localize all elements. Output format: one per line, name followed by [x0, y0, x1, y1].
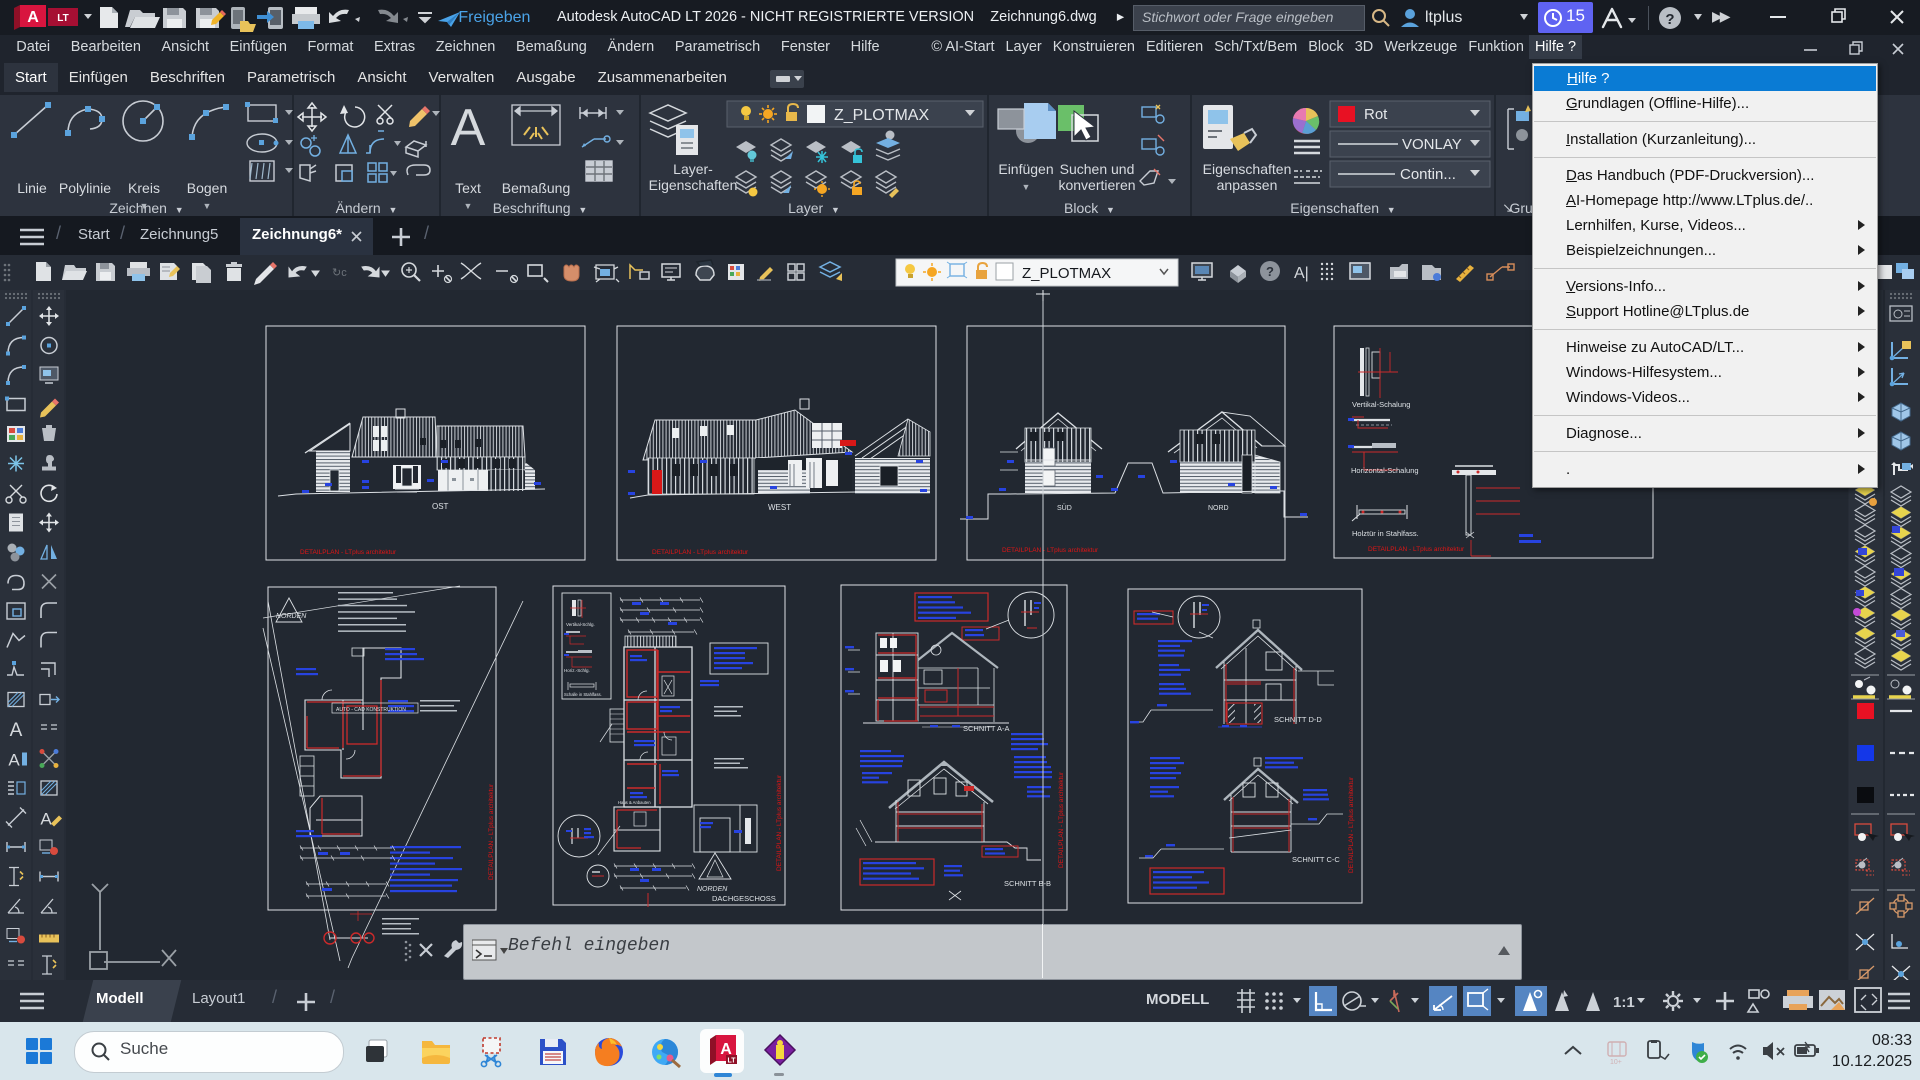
svg-text:VONLAY: VONLAY [1402, 136, 1462, 153]
svg-text:A: A [451, 99, 486, 157]
svg-text:10+: 10+ [1610, 1059, 1622, 1066]
svg-text:Vertikal-Schalung: Vertikal-Schalung [1352, 400, 1410, 409]
svg-text:A: A [40, 810, 52, 829]
svg-text:LT: LT [727, 1058, 736, 1065]
svg-text:A: A [10, 720, 23, 741]
svg-text:↻c: ↻c [332, 267, 347, 279]
svg-text:Z_PLOTMAX: Z_PLOTMAX [834, 107, 929, 124]
svg-text:1:1: 1:1 [1613, 994, 1635, 1011]
svg-text:Contin...: Contin... [1400, 166, 1456, 183]
svg-text:OST: OST [432, 502, 449, 511]
svg-text:DETAILPLAN - LTplus architektu: DETAILPLAN - LTplus architektur [776, 774, 783, 871]
svg-text:Schalle in Stahlfass.: Schalle in Stahlfass. [564, 692, 602, 697]
svg-text:DETAILPLAN - LTplus architek: DETAILPLAN - LTplus architektur [1002, 547, 1099, 554]
svg-text:NORDEN: NORDEN [697, 886, 728, 893]
svg-text:Horizontal-Schalung: Horizontal-Schalung [1351, 466, 1419, 475]
svg-text:NORDEN: NORDEN [276, 613, 307, 620]
svg-text:Z_PLOTMAX: Z_PLOTMAX [1022, 265, 1111, 282]
svg-text:DACHGESCHOSS: DACHGESCHOSS [712, 894, 776, 903]
svg-text:WEST: WEST [768, 503, 791, 512]
svg-text:?: ? [1266, 264, 1274, 279]
svg-text:DETAILPLAN - LTplus architek: DETAILPLAN - LTplus architektur [1368, 546, 1465, 553]
svg-text:DETAILPLAN - LTplus architek: DETAILPLAN - LTplus architektur [300, 549, 397, 556]
svg-text:Vertikal-Schlg.: Vertikal-Schlg. [566, 622, 595, 627]
svg-text:Holztür in Stahlfass.: Holztür in Stahlfass. [1352, 529, 1419, 538]
svg-text:?: ? [1665, 11, 1674, 28]
svg-text:SÜD: SÜD [1057, 504, 1072, 512]
svg-text:A: A [27, 9, 39, 26]
svg-text:DETAILPLAN - LTplus architektu: DETAILPLAN - LTplus architektur [1058, 771, 1065, 868]
svg-text:A|: A| [1294, 265, 1309, 282]
svg-text:SCHNITT A-A: SCHNITT A-A [963, 724, 1010, 733]
svg-text:Horiz.-Schlg.: Horiz.-Schlg. [564, 668, 590, 673]
svg-text:NORD: NORD [1208, 505, 1229, 512]
svg-text:DETAILPLAN - LTplus architektu: DETAILPLAN - LTplus architektur [488, 783, 495, 880]
svg-text:DETAILPLAN - LTplus architek: DETAILPLAN - LTplus architektur [652, 549, 749, 556]
svg-text:SCHNITT B-B: SCHNITT B-B [1004, 879, 1051, 888]
svg-text:SCHNITT D-D: SCHNITT D-D [1274, 715, 1322, 724]
svg-text:AUTO - CAD KONSTRUKTION: AUTO - CAD KONSTRUKTION [336, 707, 406, 713]
svg-text:SCHNITT C-C: SCHNITT C-C [1292, 855, 1340, 864]
svg-text:Haus & Anbauten: Haus & Anbauten [618, 800, 651, 805]
svg-text:Rot: Rot [1364, 106, 1388, 123]
svg-text:A: A [8, 751, 20, 770]
svg-text:DETAILPLAN - LTplus architektu: DETAILPLAN - LTplus architektur [1348, 776, 1355, 873]
svg-text:LT: LT [57, 13, 68, 24]
